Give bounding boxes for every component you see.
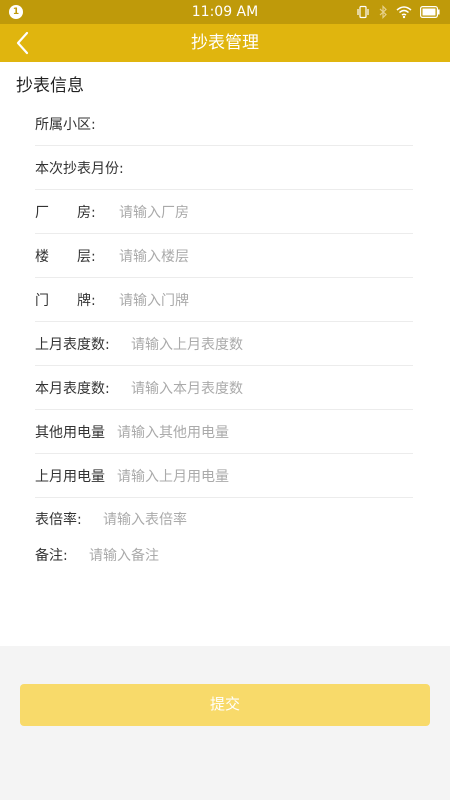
field-label: 厂 房: — [35, 204, 96, 221]
battery-icon — [420, 6, 440, 18]
multiplier-input[interactable]: 请输入表倍率 — [103, 509, 187, 529]
field-label: 表倍率: — [35, 512, 82, 528]
submit-button[interactable]: 提交 — [20, 684, 430, 726]
field-last-month-usage[interactable]: 上月用电量 请输入上月用电量 — [35, 454, 413, 498]
status-bar: 1 11:09 AM — [0, 0, 450, 24]
field-other-usage[interactable]: 其他用电量 请输入其他用电量 — [35, 410, 413, 454]
field-door-number[interactable]: 门 牌: 请输入门牌 — [35, 278, 413, 322]
status-icons — [356, 4, 440, 20]
field-label: 门 牌: — [35, 292, 96, 309]
field-floor[interactable]: 楼 层: 请输入楼层 — [35, 234, 413, 278]
vibrate-icon — [356, 5, 370, 19]
footer: 提交 — [0, 646, 450, 800]
this-month-reading-input[interactable]: 请输入本月表度数 — [131, 378, 243, 398]
field-community[interactable]: 所属小区: — [35, 102, 413, 146]
field-reading-month[interactable]: 本次抄表月份: — [35, 146, 413, 190]
field-last-month-reading[interactable]: 上月表度数: 请输入上月表度数 — [35, 322, 413, 366]
floor-input[interactable]: 请输入楼层 — [119, 246, 189, 266]
field-label: 所属小区: — [35, 116, 96, 133]
field-label: 其他用电量 — [35, 424, 105, 441]
app-bar: 抄表管理 — [0, 24, 450, 62]
remark-input[interactable]: 请输入备注 — [89, 545, 159, 565]
field-remark[interactable]: 备注: 请输入备注 — [35, 533, 413, 577]
bluetooth-icon — [378, 5, 388, 19]
field-plant[interactable]: 厂 房: 请输入厂房 — [35, 190, 413, 234]
field-label: 上月用电量 — [35, 468, 105, 485]
wifi-icon — [396, 5, 412, 19]
page-title: 抄表管理 — [191, 33, 259, 53]
field-label: 本次抄表月份: — [35, 160, 124, 177]
door-number-input[interactable]: 请输入门牌 — [119, 290, 189, 310]
form-content: 抄表信息 所属小区: 本次抄表月份: 厂 房: 请输入厂房 楼 层: 请输入楼层… — [0, 62, 450, 646]
field-this-month-reading[interactable]: 本月表度数: 请输入本月表度数 — [35, 366, 413, 410]
field-label: 备注: — [35, 548, 68, 564]
section-title: 抄表信息 — [16, 76, 84, 96]
plant-input[interactable]: 请输入厂房 — [119, 202, 189, 222]
field-label: 上月表度数: — [35, 336, 110, 353]
field-label: 楼 层: — [35, 248, 96, 265]
other-usage-input[interactable]: 请输入其他用电量 — [117, 422, 229, 442]
last-month-reading-input[interactable]: 请输入上月表度数 — [131, 334, 243, 354]
field-label: 本月表度数: — [35, 380, 110, 397]
last-month-usage-input[interactable]: 请输入上月用电量 — [117, 466, 229, 486]
